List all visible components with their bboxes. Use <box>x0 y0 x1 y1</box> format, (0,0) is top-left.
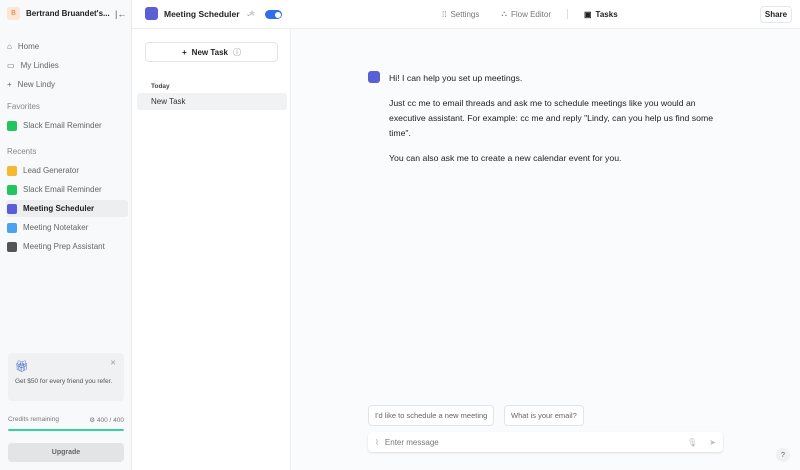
tabs: ⁞⁞ Settings ⛬ Flow Editor ▣ Tasks <box>442 9 618 19</box>
suggestion-chip[interactable]: I'd like to schedule a new meeting <box>368 405 495 426</box>
referral-text: Get $50 for every friend you refer. <box>15 378 113 385</box>
sidebar-item-home[interactable]: ⌂ Home <box>6 38 128 55</box>
credits-row: Credits remaining ⚙ 400 / 400 <box>8 416 124 424</box>
suggestion-chip[interactable]: What is your email? <box>504 405 584 426</box>
sidebar-item-label: My Lindies <box>20 61 59 70</box>
sidebar-item-label: Lead Generator <box>23 166 80 175</box>
recent-item[interactable]: Lead Generator <box>6 162 128 179</box>
divider <box>566 9 568 19</box>
recent-item-active[interactable]: Meeting Scheduler <box>6 200 128 217</box>
favorite-item[interactable]: Slack Email Reminder <box>6 117 128 134</box>
help-button[interactable]: ? <box>776 448 790 462</box>
calendar-icon <box>7 203 17 214</box>
agent-avatar-icon <box>368 71 380 83</box>
send-icon[interactable]: ➤ <box>709 438 716 447</box>
calendar-icon <box>145 7 158 20</box>
new-task-button[interactable]: + New Task ⓘ <box>145 42 278 62</box>
credits-label: Credits remaining <box>8 416 59 423</box>
workspace-switcher[interactable]: B Bertrand Bruandet's... <box>7 7 110 20</box>
flow-icon: ⛬ <box>501 9 507 18</box>
tab-label: Tasks <box>595 9 618 19</box>
share-button[interactable]: Share <box>760 6 792 23</box>
sidebar-item-label: Slack Email Reminder <box>23 185 102 194</box>
microphone-icon[interactable]: 🎙︎ <box>687 438 697 447</box>
top-bar: Meeting Scheduler ⌄ ★ ⁞⁞ Settings ⛬ Flow E… <box>132 0 800 29</box>
message-paragraph: Just cc me to email threads and ask me t… <box>389 98 714 138</box>
agent-icon <box>7 241 17 252</box>
tab-flow-editor[interactable]: ⛬ Flow Editor <box>501 9 551 19</box>
recent-item[interactable]: Meeting Notetaker <box>6 219 128 236</box>
plus-icon: + <box>7 80 12 89</box>
sidebar-item-my-lindies[interactable]: ▭ My Lindies <box>6 57 128 74</box>
paperclip-icon[interactable]: ⌇ <box>375 438 379 447</box>
message-input[interactable]: ⌇ Enter message 🎙︎ ➤ <box>368 432 723 452</box>
sidebar-item-label: Meeting Notetaker <box>23 223 89 232</box>
sidebar-item-new-lindy[interactable]: + New Lindy <box>6 76 128 93</box>
collapse-sidebar-icon[interactable]: |← <box>115 9 126 19</box>
task-item[interactable]: New Task <box>137 93 287 110</box>
sliders-icon: ⁞⁞ <box>442 9 447 19</box>
star-icon[interactable]: ★ <box>248 8 256 19</box>
sidebar-item-label: Meeting Scheduler <box>23 204 95 213</box>
agent-enabled-toggle[interactable] <box>265 10 282 19</box>
upgrade-button[interactable]: Upgrade <box>8 443 124 462</box>
plus-icon: + <box>182 47 187 57</box>
agent-icon <box>7 222 17 233</box>
message-paragraph: You can also ask me to create a new cale… <box>389 153 622 163</box>
agent-icon <box>7 120 17 131</box>
tab-tasks[interactable]: ▣ Tasks <box>584 10 618 19</box>
sidebar: B Bertrand Bruandet's... |← ⌂ Home ▭ My Li… <box>0 0 132 470</box>
gear-icon: ⚙ <box>89 417 97 424</box>
recent-item[interactable]: Meeting Prep Assistant <box>6 238 128 255</box>
tab-label: Settings <box>450 9 480 19</box>
workspace-name: Bertrand Bruandet's... <box>26 9 110 18</box>
credits-progress-bar <box>8 429 124 431</box>
home-icon: ⌂ <box>7 42 12 51</box>
agent-icon <box>7 184 17 195</box>
recents-heading: Recents <box>7 147 37 156</box>
credits-value: 400 / 400 <box>96 417 124 424</box>
new-task-label: New Task <box>191 47 228 57</box>
tasks-icon: ▣ <box>583 9 592 19</box>
tasks-panel: + New Task ⓘ Today New Task <box>132 29 291 470</box>
avatar: B <box>7 7 20 20</box>
favorites-heading: Favorites <box>7 102 40 111</box>
tab-label: Flow Editor <box>510 9 551 19</box>
sidebar-item-label: Home <box>17 42 40 51</box>
message-placeholder[interactable]: Enter message <box>385 438 681 447</box>
agent-selector[interactable]: Meeting Scheduler ⌄ <box>145 7 251 20</box>
gift-icon: 🎁︎ <box>15 361 29 373</box>
task-group-heading: Today <box>151 83 170 90</box>
sidebar-item-label: Slack Email Reminder <box>23 121 102 130</box>
sidebar-item-label: Meeting Prep Assistant <box>23 242 105 251</box>
close-icon[interactable]: ✕ <box>110 359 116 367</box>
assistant-message: Hi! I can help you set up meetings. Just… <box>368 71 718 176</box>
sidebar-item-label: New Lindy <box>17 80 56 89</box>
info-icon[interactable]: ⓘ <box>233 47 241 58</box>
tab-settings[interactable]: ⁞⁞ Settings <box>442 10 479 19</box>
message-paragraph: Hi! I can help you set up meetings. <box>389 73 523 83</box>
referral-card: 🎁︎ ✕ Get $50 for every friend you refer. <box>8 353 124 401</box>
agent-name: Meeting Scheduler <box>164 8 240 19</box>
agent-icon <box>7 165 17 176</box>
recent-item[interactable]: Slack Email Reminder <box>6 181 128 198</box>
folder-icon: ▭ <box>7 61 15 70</box>
